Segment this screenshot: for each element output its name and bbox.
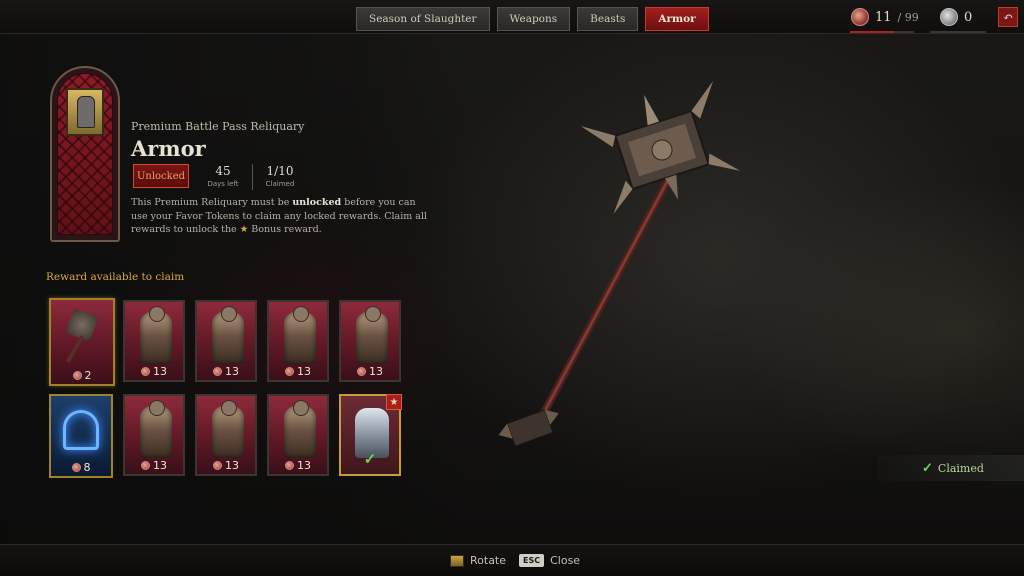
- reward-cost: 13: [269, 365, 327, 378]
- favor-progress-track: [894, 31, 914, 33]
- claimed-check-icon: ✓: [363, 450, 377, 468]
- days-left-value: 45: [215, 164, 231, 178]
- claimed-value: 1/10: [266, 164, 294, 178]
- days-left-label: Days left: [207, 180, 239, 188]
- tab-weapons[interactable]: Weapons: [496, 7, 571, 31]
- tab-armor[interactable]: Armor: [645, 7, 709, 31]
- claimed-label: Claimed: [265, 180, 295, 188]
- unlocked-status-badge: Unlocked: [133, 164, 189, 188]
- favor-token-icon: [213, 367, 222, 376]
- rotate-label: Rotate: [470, 554, 507, 567]
- platinum-count: 0: [964, 9, 973, 25]
- reward-cost: 13: [341, 365, 399, 378]
- armor-emblem-icon: [66, 88, 104, 136]
- reward-cost: 13: [269, 459, 327, 472]
- reward-cost: 13: [197, 365, 255, 378]
- favor-token-icon: [71, 463, 81, 472]
- reliquary-stained-glass-art: [50, 66, 120, 242]
- favor-token-icon: [141, 367, 150, 376]
- reward-cost-value: 2: [84, 369, 92, 382]
- tab-season-of-slaughter[interactable]: Season of Slaughter: [356, 7, 490, 31]
- desc-text-3: Bonus reward.: [248, 224, 322, 235]
- armor-icon: [284, 306, 316, 364]
- desc-unlocked-bold: unlocked: [292, 197, 342, 208]
- platinum-icon: [940, 8, 958, 26]
- esc-key-icon: ESC: [519, 554, 545, 567]
- days-left-stat: 45 Days left: [206, 164, 240, 188]
- reward-cost: 8: [51, 461, 111, 474]
- favor-token-icon: [851, 8, 869, 26]
- favor-token-icon: [213, 461, 222, 470]
- desc-text-1: This Premium Reliquary must be: [131, 197, 293, 208]
- reward-cost-value: 13: [297, 459, 311, 472]
- top-bar: Season of Slaughter Weapons Beasts Armor…: [0, 0, 1024, 34]
- reward-cost-value: 13: [225, 365, 239, 378]
- favor-token-icon: [357, 367, 366, 376]
- armor-icon: [140, 306, 172, 364]
- tab-bar: Season of Slaughter Weapons Beasts Armor: [356, 7, 709, 31]
- armor-icon: [284, 400, 316, 458]
- reward-card-armor[interactable]: 13: [339, 300, 401, 382]
- favor-token-icon: [285, 461, 294, 470]
- reward-card-armor[interactable]: 13: [123, 300, 185, 382]
- favor-token-count: 11: [875, 9, 892, 25]
- reward-cost-value: 13: [225, 459, 239, 472]
- reward-cost-value: 8: [83, 461, 91, 474]
- reward-card-armor[interactable]: 13: [123, 394, 185, 476]
- reward-cost: 13: [125, 459, 183, 472]
- claimed-stat: 1/10 Claimed: [262, 164, 298, 188]
- reward-card-armor[interactable]: 13: [267, 300, 329, 382]
- reward-card-portal[interactable]: 8: [49, 394, 113, 478]
- bonus-star-badge-icon: ★: [386, 394, 402, 410]
- reward-card-armor[interactable]: 13: [267, 394, 329, 476]
- close-label: Close: [550, 554, 581, 567]
- mace-handle: [65, 335, 85, 363]
- rotate-hint[interactable]: Rotate: [450, 554, 506, 567]
- reward-card-armor[interactable]: 13: [195, 394, 257, 476]
- armor-icon: [356, 306, 388, 364]
- back-button[interactable]: ↶: [998, 7, 1018, 27]
- reward-cost-value: 13: [153, 459, 167, 472]
- reward-card-mace[interactable]: 2: [49, 298, 115, 386]
- reward-cost: 2: [51, 369, 113, 382]
- reward-cost-value: 13: [153, 365, 167, 378]
- reward-available-header: Reward available to claim: [46, 271, 185, 283]
- reliquary-description: This Premium Reliquary must be unlocked …: [131, 196, 431, 237]
- claimed-text: Claimed: [937, 461, 984, 475]
- favor-token-max: / 99: [897, 10, 919, 24]
- platinum-counter: 0: [940, 8, 972, 26]
- armor-icon: [140, 400, 172, 458]
- platinum-underline: [930, 31, 986, 33]
- tab-beasts[interactable]: Beasts: [577, 7, 639, 31]
- reward-cost: 13: [197, 459, 255, 472]
- favor-token-counter: 11 / 99: [851, 8, 919, 26]
- favor-token-icon: [285, 367, 294, 376]
- reliquary-subtitle: Premium Battle Pass Reliquary: [131, 120, 305, 133]
- favor-progress-bar: [850, 31, 894, 33]
- reward-cost: 13: [125, 365, 183, 378]
- back-arrow-icon: ↶: [1002, 10, 1014, 24]
- reward-card-armor[interactable]: 13: [195, 300, 257, 382]
- stat-divider: [252, 164, 253, 190]
- reliquary-title: Armor: [131, 136, 206, 161]
- preview-claimed-status: ✓ Claimed: [878, 455, 1024, 481]
- mouse-key-icon: [450, 554, 464, 567]
- bonus-star-icon: ★: [239, 224, 249, 235]
- portal-icon: [63, 410, 99, 450]
- favor-token-icon: [141, 461, 150, 470]
- armor-icon: [212, 400, 244, 458]
- close-hint[interactable]: ESC Close: [519, 554, 580, 567]
- check-icon: ✓: [922, 460, 933, 476]
- bottom-bar: Rotate ESC Close: [0, 544, 1024, 576]
- favor-token-icon: [72, 371, 82, 380]
- reward-cost-value: 13: [297, 365, 311, 378]
- armor-icon: [212, 306, 244, 364]
- reward-cost-value: 13: [369, 365, 383, 378]
